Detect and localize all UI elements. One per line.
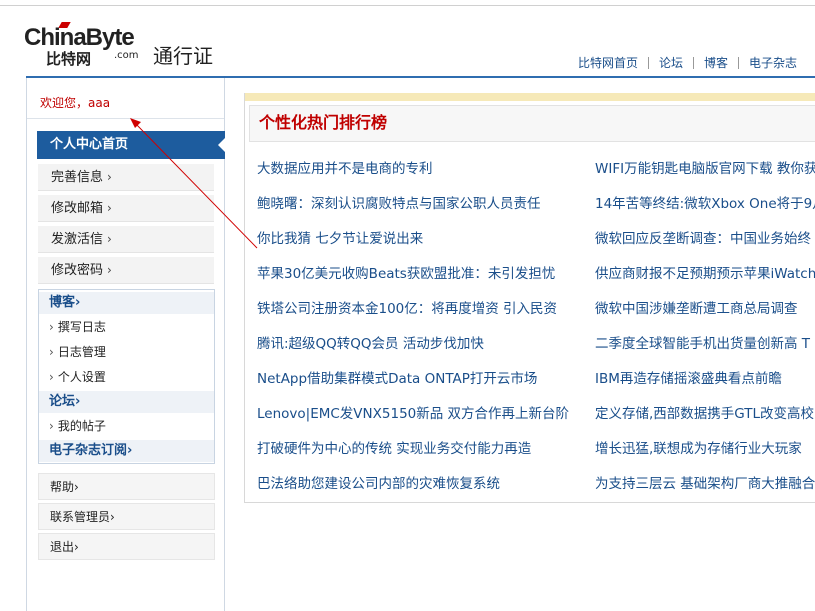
section-head-label: 电子杂志订阅 [49,443,128,458]
sidebar-item-label: 个人设置 [57,370,106,384]
top-border-line [0,5,815,6]
nav-link-forum[interactable]: 论坛 [649,55,693,71]
sidebar-item-label: 我的帖子 [57,419,106,433]
chevron-right-icon: › [75,394,81,409]
logo-main-text: ChinaByte [24,24,135,51]
sidebar-item-label: 帮助 [50,480,75,494]
news-link[interactable]: 为支持三层云 基础架构厂商大推融合 [595,467,815,502]
chevron-right-icon: › [107,170,112,184]
sidebar-item-label: 退出 [50,540,75,554]
sidebar-item-change-password[interactable]: 修改密码 › [38,257,214,284]
sidebar: 欢迎您，aaa 个人中心首页 完善信息 › 修改邮箱 › 发激活信 › 修改密码 › 博… [26,78,226,611]
chevron-right-icon: › [74,480,79,494]
news-link[interactable]: 腾讯:超级QQ转QQ会员 活动步伐加快 [257,327,587,362]
panel-title-bar: 个性化热门排行榜 [249,105,815,142]
page-title: 通行证 [153,44,213,68]
welcome-divider [27,118,224,119]
news-link[interactable]: 你比我猜 七夕节让爱说出来 [257,222,587,257]
section-head-magazine[interactable]: 电子杂志订阅› [39,440,214,462]
news-link[interactable]: 苹果30亿美元收购Beats获欧盟批准：未引发担忧 [257,257,587,292]
sidebar-item-blog-manage[interactable]: › 日志管理 [39,340,214,365]
sidebar-item-change-email[interactable]: 修改邮箱 › [38,195,214,222]
sidebar-item-write-blog[interactable]: › 撰写日志 [39,315,214,340]
sidebar-item-label: 修改邮箱 [51,201,104,216]
panel-title: 个性化热门排行榜 [259,113,388,132]
news-link[interactable]: IBM再造存储摇滚盛典看点前瞻 [595,362,815,397]
news-link[interactable]: WIFI万能钥匙电脑版官网下载 教你获 [595,152,815,187]
news-link[interactable]: 增长迅猛,联想成为存储行业大玩家 [595,432,815,467]
active-indicator-icon [218,137,226,153]
sidebar-item-my-posts[interactable]: › 我的帖子 [39,414,214,439]
news-list-right: WIFI万能钥匙电脑版官网下载 教你获 14年苦等终结:微软Xbox One将于… [595,152,815,502]
welcome-text: 欢迎您，aaa [40,96,111,110]
sidebar-item-label: 发激活信 [51,232,104,247]
news-link[interactable]: 巴法络助您建设公司内部的灾难恢复系统 [257,467,587,502]
sidebar-item-label: 修改密码 [51,263,104,278]
news-link[interactable]: 微软回应反垄断调查：中国业务始终 [595,222,815,257]
sidebar-item-label: 联系管理员 [50,510,111,524]
section-head-forum[interactable]: 论坛› [39,391,214,413]
sidebar-item-send-activation[interactable]: 发激活信 › [38,226,214,253]
chevron-right-icon: › [127,443,133,458]
ranking-panel: 个性化热门排行榜 大数据应用并不是电商的专利 鲍晓曙：深刻认识腐败特点与国家公职… [244,93,815,503]
bullet-icon: › [49,320,54,334]
chevron-right-icon: › [74,540,79,554]
news-link[interactable]: 打破硬件为中心的传统 实现业务交付能力再造 [257,432,587,467]
bullet-icon: › [49,419,54,433]
news-link[interactable]: 供应商财报不足预期预示苹果iWatch [595,257,815,292]
news-link[interactable]: 定义存储,西部数据携手GTL改变高校 [595,397,815,432]
news-link[interactable]: 14年苦等终结:微软Xbox One将于9月 [595,187,815,222]
sidebar-item-label: 撰写日志 [57,320,106,334]
chevron-right-icon: › [107,263,112,277]
chevron-right-icon: › [107,201,112,215]
news-link[interactable]: Lenovo|EMC发VNX5150新品 双方合作再上新台阶 [257,397,587,432]
nav-link-magazine[interactable]: 电子杂志 [739,55,807,71]
sidebar-item-complete-info[interactable]: 完善信息 › [38,164,214,191]
logo-sub-text: 比特网 [46,50,92,68]
top-navigation: 比特网首页 论坛 博客 电子杂志 [568,54,807,72]
sidebar-item-contact-admin[interactable]: 联系管理员› [38,503,215,530]
section-head-label: 博客 [49,295,76,310]
news-link[interactable]: 二季度全球智能手机出货量创新高 T [595,327,815,362]
news-link[interactable]: 微软中国涉嫌垄断遭工商总局调查 [595,292,815,327]
news-link[interactable]: NetApp借助集群模式Data ONTAP打开云市场 [257,362,587,397]
news-link[interactable]: 铁塔公司注册资本金100亿：将再度增资 引入民资 [257,292,587,327]
logo-com-text: .com [114,50,139,61]
panel-top-bar [245,93,815,101]
sidebar-item-label: 日志管理 [57,345,106,359]
nav-link-home[interactable]: 比特网首页 [568,55,648,71]
sidebar-item-label: 个人中心首页 [50,137,129,152]
news-list-left: 大数据应用并不是电商的专利 鲍晓曙：深刻认识腐败特点与国家公职人员责任 你比我猜… [257,152,587,502]
chevron-right-icon: › [110,510,115,524]
sidebar-item-personal-settings[interactable]: › 个人设置 [39,365,214,390]
chinabyte-logo[interactable]: ChinaByte 比特网 .com [24,22,144,72]
chevron-right-icon: › [107,232,112,246]
sidebar-item-home[interactable]: 个人中心首页 [37,131,226,159]
bullet-icon: › [49,345,54,359]
nav-link-blog[interactable]: 博客 [694,55,738,71]
services-box: 博客› › 撰写日志 › 日志管理 › 个人设置 论坛› › 我的帖子 电子杂志订阅› [38,289,215,464]
news-link[interactable]: 大数据应用并不是电商的专利 [257,152,587,187]
section-head-label: 论坛 [49,394,76,409]
chevron-right-icon: › [75,295,81,310]
sidebar-item-logout[interactable]: 退出› [38,533,215,560]
sidebar-item-label: 完善信息 [51,170,104,185]
section-head-blog[interactable]: 博客› [39,292,214,314]
news-link[interactable]: 鲍晓曙：深刻认识腐败特点与国家公职人员责任 [257,187,587,222]
bullet-icon: › [49,370,54,384]
sidebar-item-help[interactable]: 帮助› [38,473,215,500]
